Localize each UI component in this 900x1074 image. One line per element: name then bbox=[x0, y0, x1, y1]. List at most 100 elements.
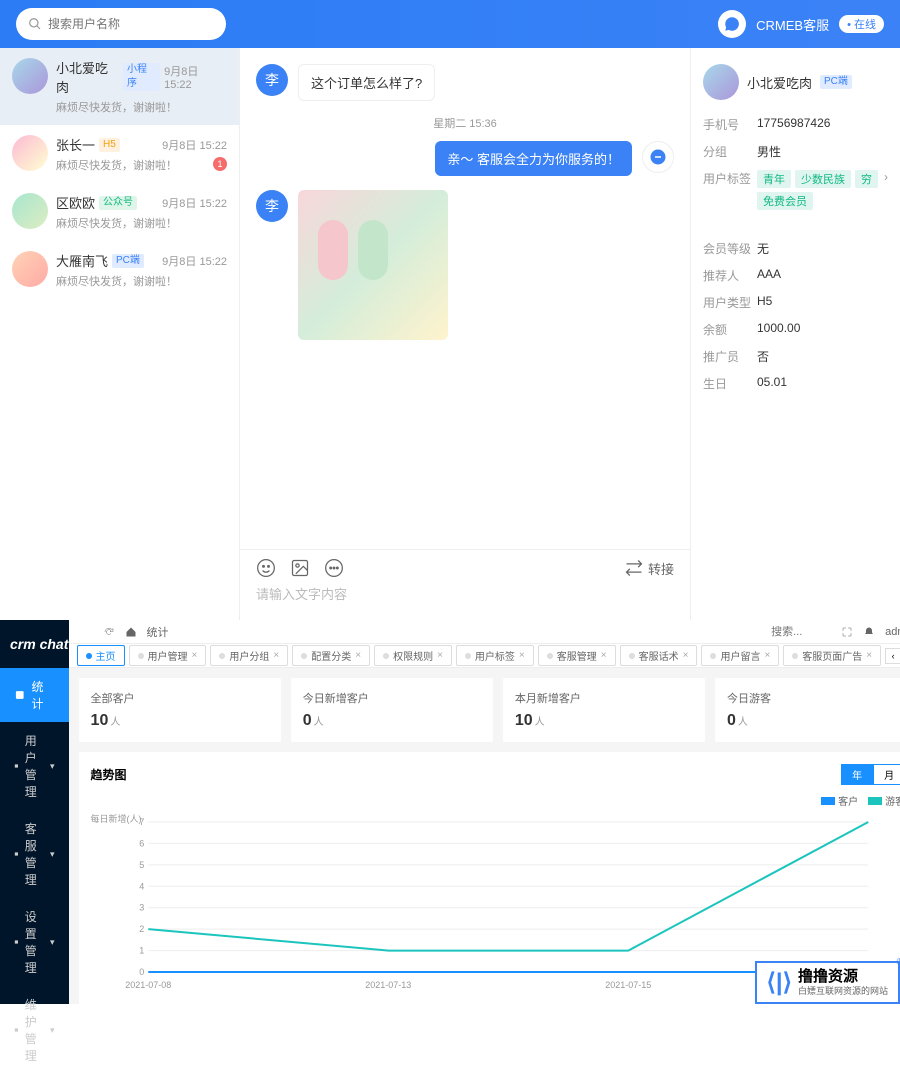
status-badge[interactable]: • 在线 bbox=[839, 15, 884, 33]
svg-text:4: 4 bbox=[139, 881, 144, 891]
close-icon[interactable]: × bbox=[601, 650, 607, 661]
fullscreen-icon[interactable] bbox=[841, 626, 853, 638]
user-tag[interactable]: 免费会员 bbox=[757, 192, 813, 210]
profile-field-label: 余额 bbox=[703, 321, 757, 338]
toggle-year[interactable]: 年 bbox=[841, 764, 873, 785]
agent-avatar[interactable] bbox=[718, 10, 746, 38]
stat-card: 本月新增客户10人 bbox=[503, 678, 705, 742]
user-tag[interactable]: 青年 bbox=[757, 170, 791, 188]
contact-time: 9月8日 15:22 bbox=[164, 63, 227, 91]
bell-icon[interactable] bbox=[863, 626, 875, 638]
admin-sidebar: crm chat 统计用户管理▾客服管理▾设置管理▾维护管理▾ bbox=[0, 620, 69, 1004]
image-icon[interactable] bbox=[290, 558, 310, 578]
contact-item[interactable]: 张长一 H5 9月8日 15:22 麻烦尽快发货，谢谢啦！ 1 bbox=[0, 125, 239, 183]
contact-item[interactable]: 小北爱吃肉 小程序 9月8日 15:22 麻烦尽快发货，谢谢啦！ bbox=[0, 48, 239, 125]
profile-field-value: 无 bbox=[757, 240, 888, 257]
refresh-icon[interactable] bbox=[103, 626, 115, 638]
unread-badge: 1 bbox=[213, 157, 227, 171]
legend-visitor: 游客 bbox=[885, 793, 900, 808]
close-icon[interactable]: × bbox=[519, 650, 525, 661]
breadcrumb: 统计 bbox=[147, 624, 169, 640]
svg-text:2021-07-08: 2021-07-08 bbox=[125, 980, 171, 990]
chart-toggle[interactable]: 年 月 bbox=[841, 764, 900, 785]
emoji-icon[interactable] bbox=[256, 558, 276, 578]
menu-collapse-icon[interactable] bbox=[81, 626, 93, 638]
contact-avatar bbox=[12, 58, 48, 94]
time-divider: 星期二 15:36 bbox=[256, 115, 674, 131]
stat-value: 0 bbox=[303, 712, 312, 729]
admin-user[interactable]: admin bbox=[885, 626, 900, 638]
contact-item[interactable]: 区欧欧 公众号 9月8日 15:22 麻烦尽快发货，谢谢啦！ bbox=[0, 183, 239, 241]
contact-name: 张长一 bbox=[56, 135, 95, 154]
contact-avatar bbox=[12, 135, 48, 171]
admin-tab[interactable]: 用户分组× bbox=[210, 645, 288, 666]
contact-preview: 麻烦尽快发货，谢谢啦！ bbox=[56, 215, 227, 231]
close-icon[interactable]: × bbox=[273, 650, 279, 661]
svg-text:2: 2 bbox=[139, 924, 144, 934]
search-icon bbox=[28, 17, 42, 31]
admin-tab[interactable]: 配置分类× bbox=[292, 645, 370, 666]
close-icon[interactable]: × bbox=[764, 650, 770, 661]
transfer-button[interactable]: 转接 bbox=[624, 558, 674, 578]
message-input[interactable] bbox=[256, 587, 674, 602]
profile-field-label: 手机号 bbox=[703, 116, 757, 133]
profile-field-value: 否 bbox=[757, 348, 888, 365]
svg-text:5: 5 bbox=[139, 860, 144, 870]
chevron-right-icon[interactable]: › bbox=[884, 170, 888, 210]
search-input[interactable] bbox=[48, 17, 214, 31]
menu-item-wrench[interactable]: 维护管理▾ bbox=[0, 986, 69, 1074]
more-icon[interactable] bbox=[324, 558, 344, 578]
profile-field-label: 生日 bbox=[703, 375, 757, 392]
admin-tab[interactable]: 客服页面广告× bbox=[783, 645, 881, 666]
admin-logo: crm chat bbox=[0, 620, 69, 668]
admin-tab[interactable]: 客服话术× bbox=[620, 645, 698, 666]
image-attachment[interactable] bbox=[298, 190, 448, 340]
profile-field-value: 1000.00 bbox=[757, 321, 888, 338]
admin-tab[interactable]: 权限规则× bbox=[374, 645, 452, 666]
admin-search-input[interactable] bbox=[771, 626, 831, 638]
stat-value: 10 bbox=[91, 712, 109, 729]
wrench-icon bbox=[14, 1024, 19, 1036]
chevron-down-icon: ▾ bbox=[50, 1025, 55, 1036]
menu-item-home[interactable]: 统计 bbox=[0, 668, 69, 722]
close-icon[interactable]: × bbox=[683, 650, 689, 661]
menu-item-user[interactable]: 用户管理▾ bbox=[0, 722, 69, 810]
menu-item-chat[interactable]: 客服管理▾ bbox=[0, 810, 69, 898]
home-icon bbox=[14, 689, 26, 701]
chat-toolbar: 转接 bbox=[240, 550, 690, 586]
profile-field-value: 05.01 bbox=[757, 375, 888, 392]
message-image: 李 bbox=[256, 190, 674, 340]
contact-preview: 麻烦尽快发货，谢谢啦！ bbox=[56, 157, 227, 173]
close-icon[interactable]: × bbox=[192, 650, 198, 661]
contact-avatar bbox=[12, 251, 48, 287]
chat-bubble-icon bbox=[723, 15, 741, 33]
agent-name: CRMEB客服 bbox=[756, 15, 829, 34]
contact-item[interactable]: 大雁南飞 PC端 9月8日 15:22 麻烦尽快发货，谢谢啦！ bbox=[0, 241, 239, 299]
admin-tab[interactable]: 用户留言× bbox=[701, 645, 779, 666]
close-icon[interactable]: × bbox=[355, 650, 361, 661]
user-tag[interactable]: 少数民族 bbox=[795, 170, 851, 188]
admin-tab[interactable]: 主页 bbox=[77, 645, 125, 666]
search-box[interactable] bbox=[16, 8, 226, 40]
contact-name: 大雁南飞 bbox=[56, 251, 108, 270]
contact-source-tag: PC端 bbox=[112, 254, 144, 268]
admin-tab[interactable]: 客服管理× bbox=[538, 645, 616, 666]
svg-text:6: 6 bbox=[139, 838, 144, 848]
tab-prev[interactable]: ‹ bbox=[885, 648, 900, 664]
message-out: 亲～ 客服会全力为你服务的！ bbox=[256, 141, 674, 176]
toggle-month[interactable]: 月 bbox=[873, 764, 900, 785]
admin-tab[interactable]: 用户管理× bbox=[129, 645, 207, 666]
contact-avatar bbox=[12, 193, 48, 229]
home-icon[interactable] bbox=[125, 626, 137, 638]
watermark-logo-icon: ⟨|⟩ bbox=[767, 968, 792, 997]
svg-text:0: 0 bbox=[139, 967, 144, 977]
admin-tab[interactable]: 用户标签× bbox=[456, 645, 534, 666]
admin-topbar: 统计 admin bbox=[69, 620, 900, 644]
user-tag[interactable]: 穷 bbox=[855, 170, 878, 188]
close-icon[interactable]: × bbox=[866, 650, 872, 661]
stat-card: 全部客户10人 bbox=[79, 678, 281, 742]
close-icon[interactable]: × bbox=[437, 650, 443, 661]
stat-label: 今日游客 bbox=[727, 690, 900, 706]
tags-label: 用户标签 bbox=[703, 170, 757, 210]
menu-item-gear[interactable]: 设置管理▾ bbox=[0, 898, 69, 986]
